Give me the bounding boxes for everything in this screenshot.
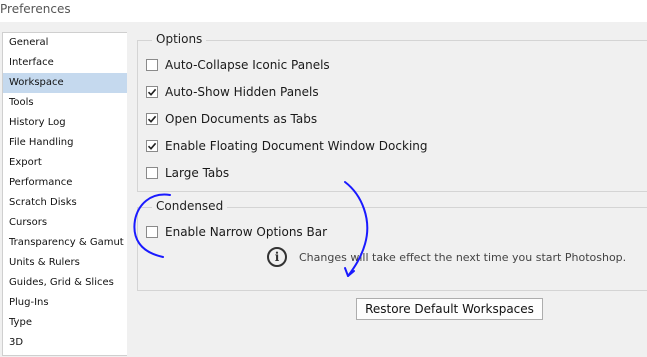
- options-group: Options Auto-Collapse Iconic Panels Auto…: [137, 32, 647, 192]
- sidebar-item-history-log[interactable]: History Log: [3, 113, 127, 133]
- auto-show-hidden-panels-checkbox[interactable]: [146, 86, 158, 98]
- options-legend: Options: [152, 32, 207, 46]
- auto-show-hidden-panels-row[interactable]: Auto-Show Hidden Panels: [146, 83, 319, 101]
- checkmark-icon: [147, 88, 157, 96]
- sidebar-item-guides-grid-slices[interactable]: Guides, Grid & Slices: [3, 273, 127, 293]
- large-tabs-label: Large Tabs: [165, 166, 230, 180]
- auto-collapse-iconic-panels-label: Auto-Collapse Iconic Panels: [165, 58, 330, 72]
- sidebar-item-scratch-disks[interactable]: Scratch Disks: [3, 193, 127, 213]
- floating-window-docking-label: Enable Floating Document Window Docking: [165, 139, 428, 153]
- floating-window-docking-checkbox[interactable]: [146, 140, 158, 152]
- checkmark-icon: [147, 142, 157, 150]
- checkmark-icon: [147, 115, 157, 123]
- sidebar-item-cursors[interactable]: Cursors: [3, 213, 127, 233]
- window-titlebar: Preferences: [0, 0, 647, 22]
- sidebar-item-plug-ins[interactable]: Plug-Ins: [3, 293, 127, 313]
- restart-notice-text: Changes will take effect the next time y…: [299, 250, 627, 264]
- narrow-options-bar-row[interactable]: Enable Narrow Options Bar: [146, 223, 327, 241]
- open-documents-as-tabs-row[interactable]: Open Documents as Tabs: [146, 110, 317, 128]
- sidebar-item-units-rulers[interactable]: Units & Rulers: [3, 253, 127, 273]
- preferences-sidebar: General Interface Workspace Tools Histor…: [2, 32, 127, 356]
- restore-default-workspaces-button[interactable]: Restore Default Workspaces: [356, 298, 543, 320]
- open-documents-as-tabs-label: Open Documents as Tabs: [165, 112, 318, 126]
- floating-window-docking-row[interactable]: Enable Floating Document Window Docking: [146, 137, 428, 155]
- narrow-options-bar-checkbox[interactable]: [146, 226, 158, 238]
- auto-collapse-iconic-panels-checkbox[interactable]: [146, 59, 158, 71]
- open-documents-as-tabs-checkbox[interactable]: [146, 113, 158, 125]
- info-icon: i: [267, 247, 287, 267]
- sidebar-item-general[interactable]: General: [3, 33, 127, 53]
- sidebar-item-interface[interactable]: Interface: [3, 53, 127, 73]
- sidebar-item-tools[interactable]: Tools: [3, 93, 127, 113]
- window-title: Preferences: [0, 2, 71, 16]
- sidebar-item-type[interactable]: Type: [3, 313, 127, 333]
- condensed-legend: Condensed: [152, 199, 228, 213]
- large-tabs-row[interactable]: Large Tabs: [146, 164, 229, 182]
- auto-collapse-iconic-panels-row[interactable]: Auto-Collapse Iconic Panels: [146, 56, 330, 74]
- sidebar-item-performance[interactable]: Performance: [3, 173, 127, 193]
- sidebar-item-transparency-gamut[interactable]: Transparency & Gamut: [3, 233, 127, 253]
- narrow-options-bar-label: Enable Narrow Options Bar: [165, 225, 328, 239]
- sidebar-item-export[interactable]: Export: [3, 153, 127, 173]
- auto-show-hidden-panels-label: Auto-Show Hidden Panels: [165, 85, 319, 99]
- large-tabs-checkbox[interactable]: [146, 167, 158, 179]
- sidebar-item-file-handling[interactable]: File Handling: [3, 133, 127, 153]
- restart-notice: i Changes will take effect the next time…: [267, 245, 626, 269]
- sidebar-item-workspace[interactable]: Workspace: [3, 73, 127, 93]
- sidebar-item-3d[interactable]: 3D: [3, 333, 127, 353]
